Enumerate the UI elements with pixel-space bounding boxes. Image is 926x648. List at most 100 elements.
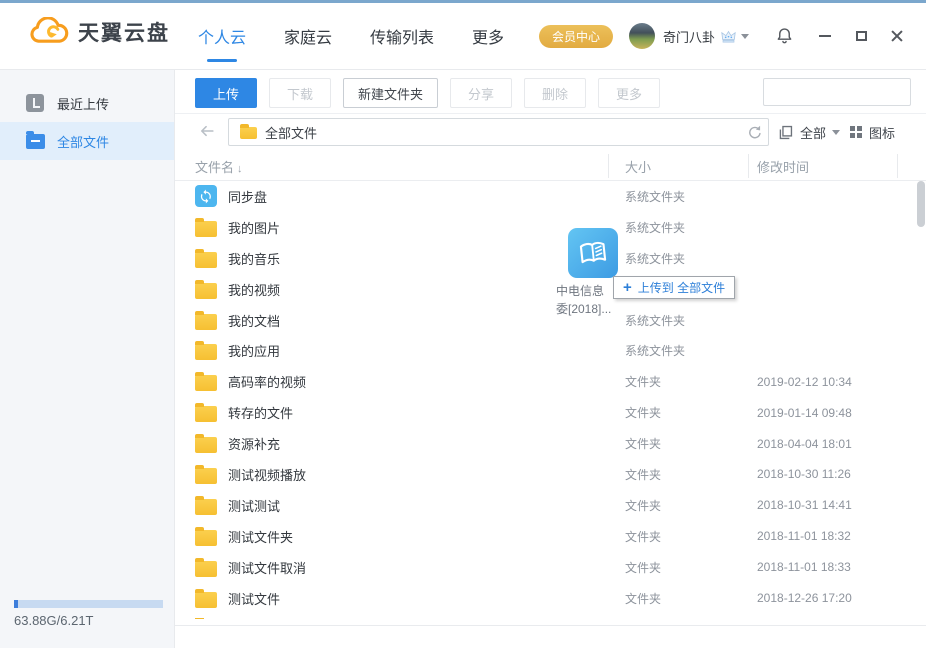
file-size: 文件夹 — [625, 528, 661, 545]
file-type-icon — [195, 340, 217, 362]
sidebar-item-label: 全部文件 — [57, 132, 109, 151]
vip-crown-icon — [720, 29, 737, 44]
file-size: 系统文件夹 — [625, 250, 685, 267]
file-name: 资源补充 — [228, 434, 280, 453]
refresh-button[interactable] — [740, 118, 769, 146]
file-name: 测试文件夹 — [228, 527, 293, 546]
table-row[interactable]: 高码率的视频 文件夹 2019-02-12 10:34 — [175, 366, 926, 397]
sidebar-item-all-files[interactable]: 全部文件 — [0, 122, 174, 160]
file-name: 转存的文件 — [228, 403, 293, 422]
recent-uploads-icon — [26, 94, 44, 112]
notifications-bell-icon[interactable] — [775, 26, 794, 46]
toolbar: 上传下载新建文件夹分享删除更多 — [175, 70, 926, 114]
toolbar-button[interactable]: 下载 — [269, 78, 331, 108]
column-header-size[interactable]: 大小 — [625, 157, 651, 176]
view-mode-toggle[interactable]: 图标 — [850, 118, 895, 146]
file-name: 高码率的视频 — [228, 372, 306, 391]
toolbar-button[interactable]: 上传 — [195, 78, 257, 108]
main-nav-tabs: 个人云 家庭云 传输列表 更多 — [196, 3, 506, 69]
file-type-icon — [195, 587, 217, 609]
file-size: 文件夹 — [625, 404, 661, 421]
toolbar-button[interactable]: 删除 — [524, 78, 586, 108]
column-header-modified[interactable]: 修改时间 — [757, 157, 809, 176]
file-size: 系统文件夹 — [625, 312, 685, 329]
file-size: 系统文件夹 — [625, 342, 685, 359]
grid-view-icon — [850, 126, 862, 138]
username[interactable]: 奇门八卦 — [663, 27, 715, 46]
location-folder-icon — [240, 127, 257, 139]
refresh-icon — [746, 124, 762, 140]
file-size: 系统文件夹 — [625, 188, 685, 205]
filter-copy-icon — [777, 124, 794, 141]
file-size: 文件夹 — [625, 559, 661, 576]
file-name: 我的应用 — [228, 341, 280, 360]
table-row[interactable]: 转存的文件 文件夹 2019-01-14 09:48 — [175, 397, 926, 428]
file-name: 同步盘 — [228, 187, 267, 206]
dragged-file-icon — [568, 228, 618, 278]
maximize-button[interactable] — [854, 29, 868, 43]
user-menu-caret-icon[interactable] — [741, 34, 749, 39]
location-label: 全部文件 — [265, 123, 317, 142]
scrollbar-thumb[interactable] — [917, 181, 925, 227]
file-modified-date: 2019-02-12 10:34 — [757, 375, 852, 389]
table-row[interactable]: 测试测试 文件夹 2018-10-31 14:41 — [175, 490, 926, 521]
close-button[interactable] — [890, 29, 904, 43]
table-row[interactable]: 我的音乐 系统文件夹 — [175, 243, 926, 274]
file-modified-date: 2018-04-04 18:01 — [757, 437, 852, 451]
sync-disk-icon — [195, 185, 217, 207]
table-row[interactable]: 测试视频播放 文件夹 2018-10-30 11:26 — [175, 459, 926, 490]
nav-tab[interactable]: 家庭云 — [282, 20, 334, 52]
file-modified-date: 2018-12-26 17:20 — [757, 591, 852, 605]
table-row[interactable]: 我的应用 系统文件夹 — [175, 335, 926, 366]
app-logo: 天翼云盘 — [26, 17, 170, 47]
file-name: 我的文档 — [228, 311, 280, 330]
upload-tooltip-text: 上传到 全部文件 — [638, 279, 725, 296]
table-row[interactable]: 我的视频 系统文件夹 — [175, 274, 926, 305]
storage-usage-bar — [14, 600, 163, 608]
storage-usage-fill — [14, 600, 18, 608]
file-size: 文件夹 — [625, 466, 661, 483]
file-size: 文件夹 — [625, 373, 661, 390]
header: 天翼云盘 个人云 家庭云 传输列表 更多 会员中心 奇门八卦 — [0, 3, 926, 70]
minimize-button[interactable] — [818, 29, 832, 43]
file-size: 文件夹 — [625, 435, 661, 452]
file-type-icon — [195, 278, 217, 300]
table-row[interactable]: 测试文件夹 文件夹 2018-11-01 18:32 — [175, 521, 926, 552]
file-name: 我的视频 — [228, 280, 280, 299]
table-row[interactable]: 测试文件 文件夹 2018-12-26 17:20 — [175, 583, 926, 614]
table-row[interactable]: 测试文件取消 文件夹 2018-11-01 18:33 — [175, 552, 926, 583]
file-type-icon — [195, 433, 217, 455]
toolbar-button[interactable]: 分享 — [450, 78, 512, 108]
file-type-icon — [195, 185, 217, 207]
close-icon — [891, 30, 903, 42]
column-header-name[interactable]: 文件名 — [195, 157, 243, 176]
nav-tab[interactable]: 更多 — [470, 20, 506, 52]
cloud-logo-icon — [26, 17, 70, 47]
table-row[interactable]: 资源补充 文件夹 2018-04-04 18:01 — [175, 428, 926, 459]
file-modified-date: 2018-10-31 14:41 — [757, 498, 852, 512]
table-row[interactable]: 同步盘 系统文件夹 — [175, 181, 926, 212]
app-title: 天翼云盘 — [78, 17, 170, 47]
nav-tab[interactable]: 个人云 — [196, 20, 248, 52]
file-type-icon — [195, 371, 217, 393]
file-name: 我的图片 — [228, 218, 280, 237]
table-row[interactable]: 我的文档 系统文件夹 — [175, 305, 926, 336]
current-location-box[interactable]: 全部文件 — [228, 118, 741, 146]
file-type-icon — [195, 247, 217, 269]
file-type-icon — [195, 494, 217, 516]
sidebar-item-recent-uploads[interactable]: 最近上传 — [0, 84, 174, 122]
file-type-filter[interactable]: 全部 — [777, 118, 840, 146]
main-panel: 上传下载新建文件夹分享删除更多 全部文件 — [175, 70, 926, 648]
back-button[interactable] — [198, 122, 216, 140]
nav-tab[interactable]: 传输列表 — [368, 20, 436, 52]
file-modified-date: 2019-01-14 09:48 — [757, 406, 852, 420]
search-input[interactable] — [764, 80, 926, 104]
member-center-badge[interactable]: 会员中心 — [539, 25, 613, 48]
toolbar-button[interactable]: 更多 — [598, 78, 660, 108]
table-row[interactable]: 我的图片 系统文件夹 — [175, 212, 926, 243]
file-name: 测试文件取消 — [228, 558, 306, 577]
toolbar-button[interactable]: 新建文件夹 — [343, 78, 438, 108]
file-name: 测试测试 — [228, 496, 280, 515]
toolbar-buttons: 上传下载新建文件夹分享删除更多 — [195, 78, 660, 108]
user-avatar[interactable] — [629, 23, 655, 49]
